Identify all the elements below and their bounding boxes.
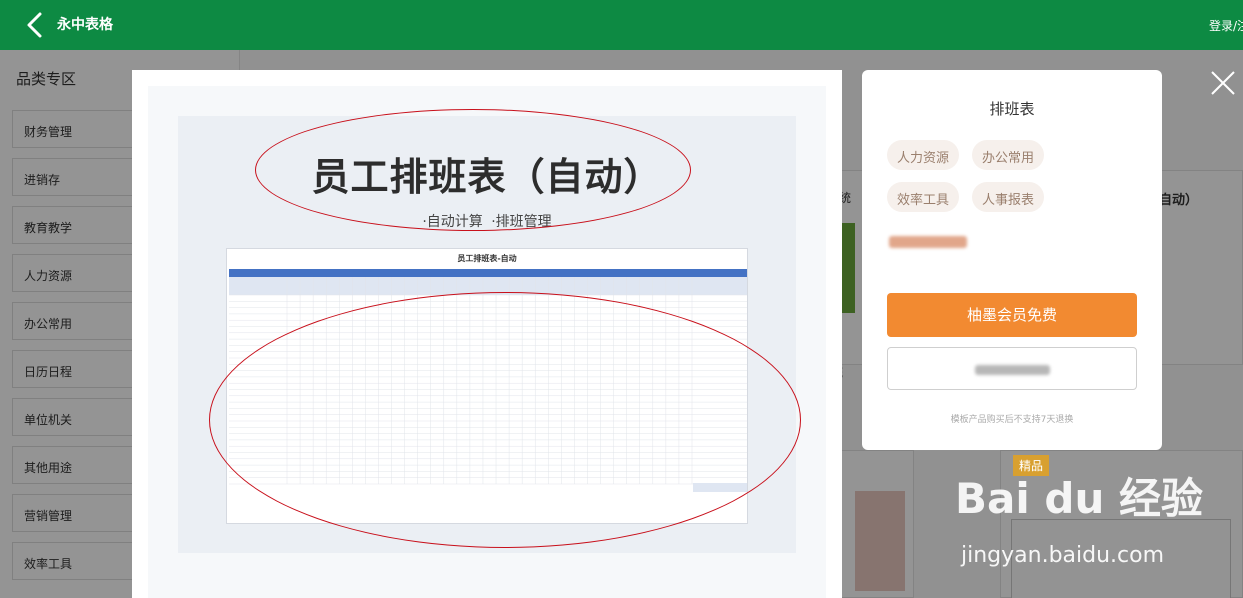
tag-hr[interactable]: 人力资源 [887,140,960,170]
grid-cell [229,269,747,277]
template-info-panel: 排班表 人力资源 办公常用 效率工具 人事报表 柚墨会员免费 模板产品购买后不支… [862,70,1162,450]
title-annotation-ellipse [255,109,691,231]
login-link[interactable]: 登录/注册 [1209,17,1243,34]
top-bar: 永中表格 登录/注册 [0,0,1243,50]
table-annotation-ellipse [209,292,801,548]
tag-efficiency[interactable]: 效率工具 [887,182,960,212]
baidu-watermark: Bai du 经验 jingyan.baidu.com [955,465,1205,575]
back-arrow-icon[interactable] [22,11,50,39]
watermark-logo: Bai du 经验 [955,474,1203,523]
watermark-url: jingyan.baidu.com [961,543,1165,568]
close-icon[interactable] [1210,70,1236,96]
tag-personnel-report[interactable]: 人事报表 [972,182,1045,212]
price-text-blurred [889,236,967,248]
template-title: 排班表 [989,100,1035,118]
refund-note: 模板产品购买后不支持7天退换 [950,415,1074,425]
buy-button[interactable] [887,347,1137,390]
app-title: 永中表格 [57,17,113,33]
tag-office[interactable]: 办公常用 [972,140,1045,170]
vip-free-button[interactable]: 柚墨会员免费 [887,293,1137,337]
